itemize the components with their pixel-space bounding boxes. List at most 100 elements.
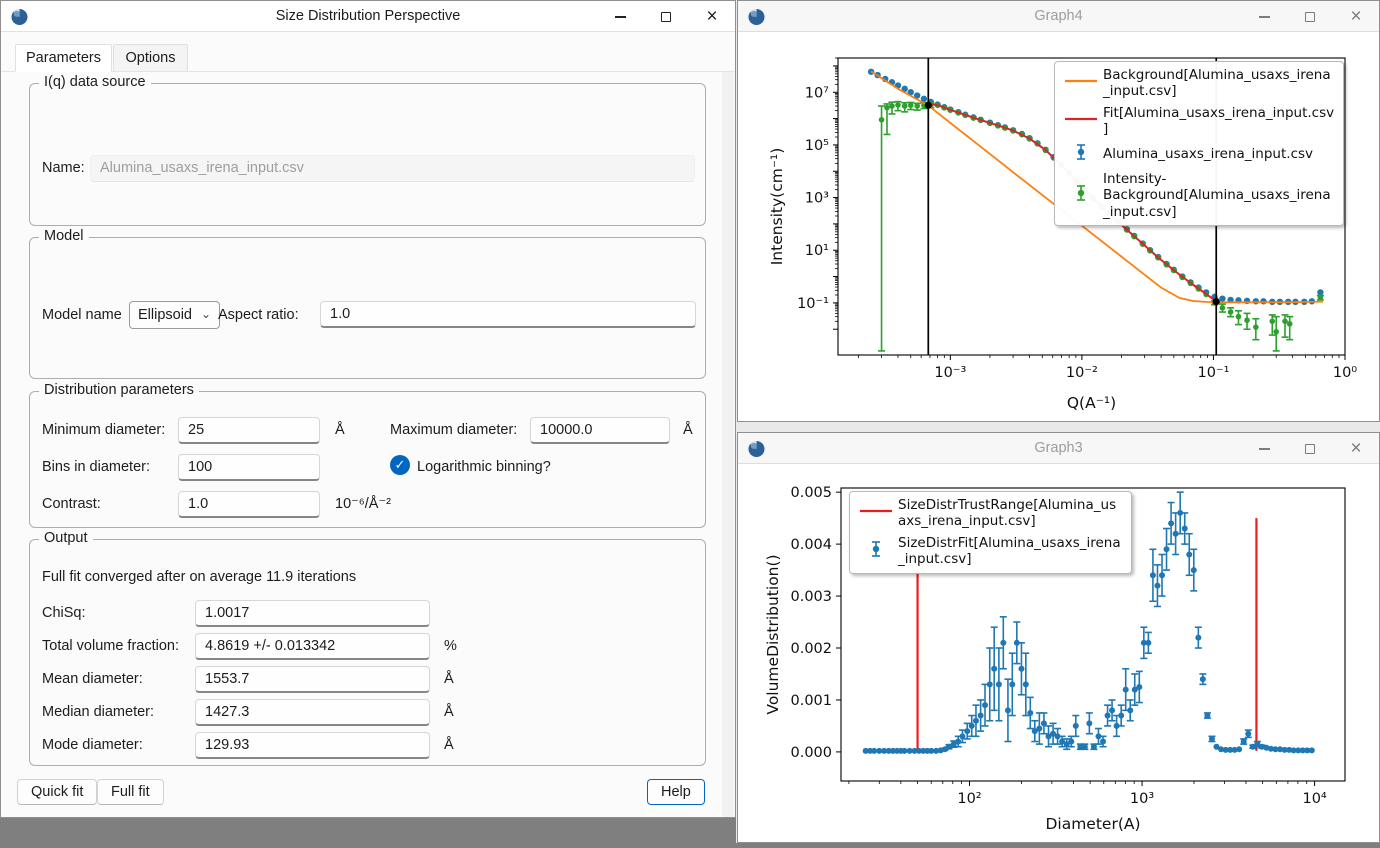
output-group-legend: Output [39, 530, 93, 546]
svg-text:10³: 10³ [1130, 791, 1154, 807]
distribution-parameters-group: Distribution parameters Minimum diameter… [29, 391, 706, 528]
maximize-icon[interactable] [1287, 433, 1333, 464]
total-volume-fraction-unit: % [444, 638, 457, 654]
maximize-icon[interactable] [643, 1, 689, 32]
distribution-group-legend: Distribution parameters [39, 382, 199, 398]
svg-text:0.003: 0.003 [790, 589, 832, 605]
svg-text:10⁻³: 10⁻³ [934, 365, 966, 381]
median-diameter-unit: Å [444, 704, 454, 720]
scrollbar-gutter [722, 72, 734, 817]
maximize-icon[interactable] [1287, 1, 1333, 32]
total-volume-fraction-label: Total volume fraction: [42, 638, 179, 654]
svg-text:10⁰: 10⁰ [1333, 365, 1357, 381]
name-label: Name: [42, 160, 85, 176]
tab-parameters[interactable]: Parameters [15, 44, 112, 72]
mode-diameter-label: Mode diameter: [42, 737, 143, 753]
svg-text:10¹: 10¹ [805, 243, 829, 259]
data-name-field[interactable]: Alumina_usaxs_irena_input.csv [90, 155, 695, 182]
mean-diameter-field[interactable]: 1553.7 [195, 666, 430, 693]
total-volume-fraction-field[interactable]: 4.8619 +/- 0.013342 [195, 633, 430, 660]
graph3-legend: SizeDistrTrustRange[Alumina_usaxs_irena_… [849, 491, 1132, 574]
legend-item-label: Fit[Alumina_usaxs_irena_input.csv] [1103, 105, 1335, 138]
log-binning-checkbox[interactable]: ✓ [390, 455, 410, 475]
legend-marker-icon [1063, 111, 1099, 132]
model-name-value: Ellipsoid [138, 302, 192, 328]
svg-text:0.000: 0.000 [790, 745, 832, 761]
bins-label: Bins in diameter: [42, 459, 150, 475]
desktop: Size Distribution Perspective × Paramete… [0, 0, 1380, 843]
svg-text:10⁷: 10⁷ [805, 85, 829, 101]
minimize-icon[interactable] [1241, 433, 1287, 464]
left-titlebar[interactable]: Size Distribution Perspective × [1, 1, 735, 32]
close-icon[interactable]: × [1333, 1, 1379, 32]
aspect-ratio-label: Aspect ratio: [218, 307, 299, 323]
legend-marker-icon [858, 503, 894, 524]
legend-item-label: SizeDistrTrustRange[Alumina_usaxs_irena_… [898, 497, 1123, 530]
min-diameter-label: Minimum diameter: [42, 422, 165, 438]
close-icon[interactable]: × [689, 1, 735, 32]
help-button[interactable]: Help [647, 779, 705, 805]
median-diameter-label: Median diameter: [42, 704, 154, 720]
contrast-field[interactable]: 1.0 [178, 491, 320, 518]
max-diameter-field[interactable]: 10000.0 [530, 417, 670, 444]
graph3-titlebar[interactable]: Graph3 × [738, 433, 1379, 464]
model-name-dropdown[interactable]: Ellipsoid ⌄ [129, 301, 220, 329]
graph4-titlebar[interactable]: Graph4 × [738, 1, 1379, 32]
min-diameter-field[interactable]: 25 [178, 417, 320, 444]
svg-text:0.004: 0.004 [790, 537, 832, 553]
graph4-window: Graph4 × 10⁻³ 10⁻² 10⁻¹ 10⁰ 10⁻¹ 10¹ 10³ 10⁵ 10⁷… [737, 0, 1380, 422]
model-name-label: Model name [42, 307, 122, 323]
fit-status-text: Full fit converged after on average 11.9… [42, 569, 356, 585]
svg-text:10⁻¹: 10⁻¹ [1197, 365, 1229, 381]
legend-marker-icon [1063, 143, 1099, 166]
svg-text:0.002: 0.002 [790, 641, 832, 657]
size-distribution-window: Size Distribution Perspective × Paramete… [0, 0, 736, 818]
mode-diameter-field[interactable]: 129.93 [195, 732, 430, 759]
graph4-legend: Background[Alumina_usaxs_irena_input.csv… [1054, 61, 1344, 226]
output-group: Output Full fit converged after on avera… [29, 539, 706, 766]
log-binning-label: Logarithmic binning? [417, 459, 551, 475]
minimize-icon[interactable] [597, 1, 643, 32]
mode-diameter-unit: Å [444, 737, 454, 753]
max-diameter-label: Maximum diameter: [390, 422, 517, 438]
chisq-field[interactable]: 1.0017 [195, 600, 430, 627]
median-diameter-field[interactable]: 1427.3 [195, 699, 430, 726]
bins-field[interactable]: 100 [178, 454, 320, 481]
iq-group-legend: I(q) data source [39, 74, 151, 90]
contrast-unit: 10⁻⁶/Å⁻² [335, 496, 391, 512]
chevron-down-icon: ⌄ [201, 301, 211, 327]
minimize-icon[interactable] [1241, 1, 1287, 32]
close-icon[interactable]: × [1333, 433, 1379, 464]
svg-text:10³: 10³ [805, 191, 829, 207]
legend-marker-icon [1063, 73, 1099, 94]
max-diameter-unit: Å [683, 422, 693, 438]
svg-text:Diameter(A): Diameter(A) [1045, 815, 1140, 833]
legend-marker-icon [1063, 184, 1099, 207]
legend-marker-icon [858, 540, 894, 563]
svg-text:10⁻²: 10⁻² [1066, 365, 1098, 381]
svg-text:Q(A⁻¹): Q(A⁻¹) [1067, 394, 1116, 412]
svg-text:Intensity(cm⁻¹): Intensity(cm⁻¹) [768, 148, 786, 266]
model-group-legend: Model [39, 228, 89, 244]
svg-text:VolumeDistribution(): VolumeDistribution() [764, 554, 782, 714]
tab-options[interactable]: Options [113, 44, 188, 72]
legend-item-label: Background[Alumina_usaxs_irena_input.csv… [1103, 67, 1335, 100]
min-diameter-unit: Å [335, 422, 345, 438]
svg-text:10⁴: 10⁴ [1302, 791, 1326, 807]
legend-item-label: Alumina_usaxs_irena_input.csv [1103, 146, 1335, 162]
chisq-label: ChiSq: [42, 605, 86, 621]
legend-item-label: SizeDistrFit[Alumina_usaxs_irena_input.c… [898, 535, 1123, 568]
svg-text:0.005: 0.005 [790, 485, 832, 501]
svg-text:0.001: 0.001 [790, 693, 832, 709]
full-fit-button[interactable]: Full fit [97, 779, 164, 805]
mean-diameter-unit: Å [444, 671, 454, 687]
model-group: Model Model name Ellipsoid ⌄ Aspect rati… [29, 237, 706, 379]
svg-text:10⁻¹: 10⁻¹ [797, 296, 829, 312]
svg-text:10⁵: 10⁵ [805, 138, 829, 154]
graph3-window: Graph3 × 10² 10³ 10⁴ 0.000 0.001 0.002 0.003 0.… [737, 432, 1380, 843]
iq-data-source-group: I(q) data source Name: Alumina_usaxs_ire… [29, 83, 706, 226]
svg-text:10²: 10² [957, 791, 981, 807]
aspect-ratio-field[interactable]: 1.0 [320, 301, 696, 328]
quick-fit-button[interactable]: Quick fit [17, 779, 97, 805]
contrast-label: Contrast: [42, 496, 101, 512]
